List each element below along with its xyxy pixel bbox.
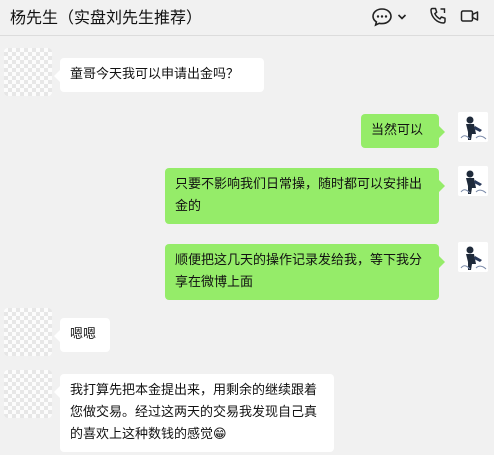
incoming-message: 嗯嗯 — [54, 318, 110, 352]
chat-header: 杨先生（实盘刘先生推荐） — [0, 0, 494, 36]
self-avatar[interactable] — [458, 112, 488, 142]
contact-avatar[interactable] — [4, 370, 52, 418]
chevron-down-icon — [397, 12, 407, 22]
chat-history-button[interactable] — [371, 6, 407, 28]
incoming-message: 童哥今天我可以申请出金吗？ — [54, 58, 264, 92]
chat-title: 杨先生（实盘刘先生推荐） — [10, 8, 203, 27]
video-call-button[interactable] — [460, 6, 480, 26]
contact-avatar[interactable] — [4, 308, 52, 356]
voice-call-button[interactable] — [428, 6, 448, 26]
outgoing-message: 顺便把这几天的操作记录发给我，等下我分享在微博上面 — [165, 244, 445, 300]
contact-avatar[interactable] — [4, 48, 52, 96]
video-camera-icon — [460, 6, 480, 26]
outgoing-message: 当然可以 — [361, 114, 445, 148]
chat-bubble-icon — [371, 6, 393, 28]
outgoing-message: 只要不影响我们日常操，随时都可以安排出金的 — [165, 168, 445, 224]
phone-icon — [428, 6, 448, 26]
self-avatar[interactable] — [458, 166, 488, 196]
self-avatar[interactable] — [458, 242, 488, 272]
incoming-message: 我打算先把本金提出来，用剩余的继续跟着您做交易。经过这两天的交易我发现自己真的喜… — [54, 374, 334, 452]
